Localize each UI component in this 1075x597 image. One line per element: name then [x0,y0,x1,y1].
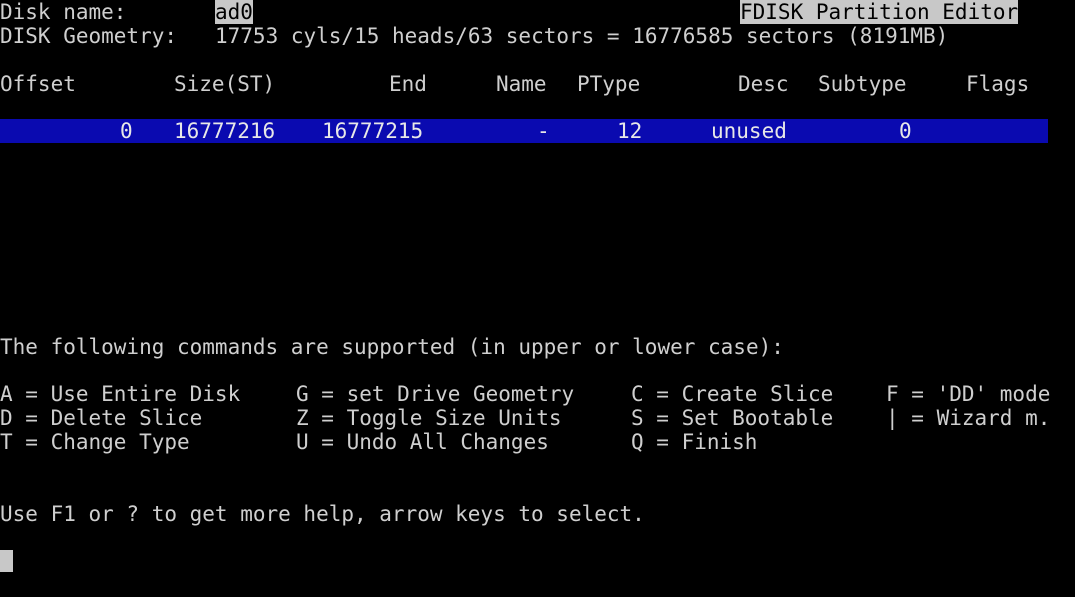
commands-intro: The following commands are supported (in… [0,335,784,359]
command-use-entire-disk: A = Use Entire Disk [0,382,241,406]
cell-name: - [537,119,550,143]
command-wizard-mode: | = Wizard m. [886,406,1051,430]
column-header-subtype: Subtype [818,72,907,96]
command-finish: Q = Finish [631,430,758,454]
column-header-end: End [389,72,427,96]
cell-end: 16777215 [322,119,424,143]
column-header-ptype: PType [577,72,641,96]
geometry-value: 17753 cyls/15 heads/63 sectors = 1677658… [215,24,949,48]
cell-offset: 0 [120,119,133,143]
command-create-slice: C = Create Slice [631,382,834,406]
command-change-type: T = Change Type [0,430,190,454]
geometry-label: DISK Geometry: [0,24,178,48]
column-header-name: Name [496,72,547,96]
cell-subtype: 0 [899,119,912,143]
column-header-flags: Flags [966,72,1030,96]
column-header-size: Size(ST) [174,72,276,96]
terminal-cursor[interactable] [0,550,13,572]
disk-name-label: Disk name: [0,0,127,24]
app-title: FDISK Partition Editor [740,0,1019,24]
command-delete-slice: D = Delete Slice [0,406,203,430]
command-undo-all-changes: U = Undo All Changes [296,430,549,454]
command-toggle-size-units: Z = Toggle Size Units [296,406,562,430]
cell-desc: unused [711,119,787,143]
column-header-desc: Desc [738,72,789,96]
disk-name-value: ad0 [215,0,253,24]
table-row[interactable]: 0 16777216 16777215 - 12 unused 0 [0,119,1048,143]
command-set-bootable: S = Set Bootable [631,406,834,430]
command-dd-mode: F = 'DD' mode [886,382,1051,406]
column-header-offset: Offset [0,72,76,96]
command-set-drive-geometry: G = set Drive Geometry [296,382,575,406]
cell-ptype: 12 [617,119,643,143]
help-text: Use F1 or ? to get more help, arrow keys… [0,502,645,526]
cell-size: 16777216 [174,119,276,143]
